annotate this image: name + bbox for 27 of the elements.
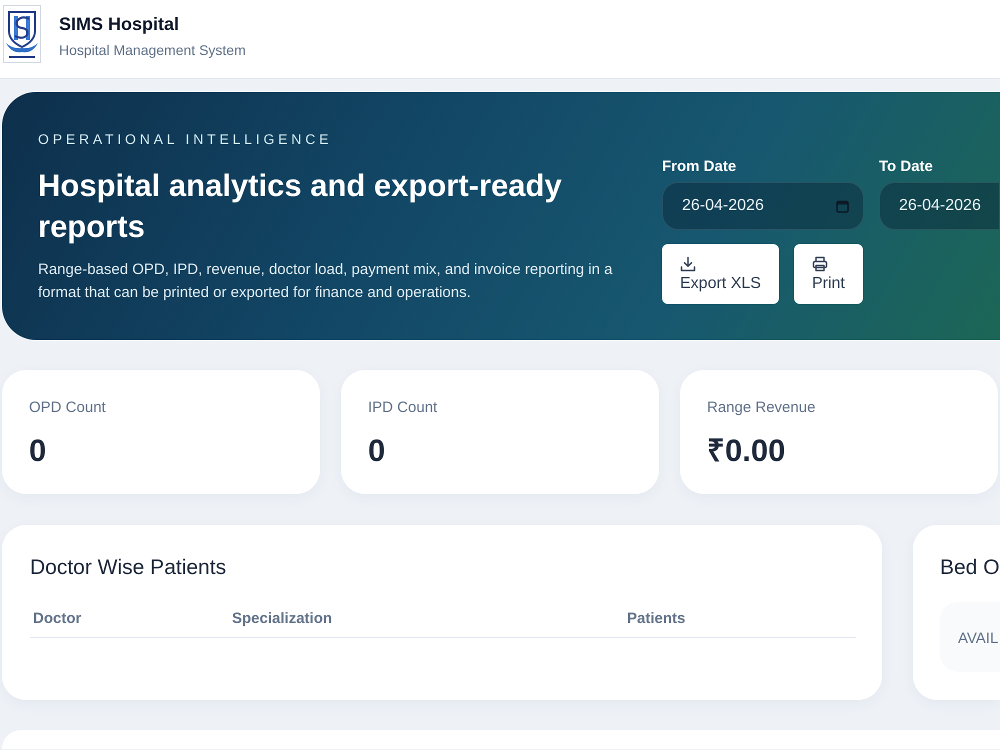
download-icon <box>680 256 696 272</box>
column-header: Doctor <box>33 610 82 628</box>
stat-value: ₹0.00 <box>707 433 786 469</box>
date-field[interactable]: 26-04-2026 <box>662 182 864 230</box>
print-button[interactable]: Print <box>794 244 863 304</box>
stat-value: 0 <box>29 433 46 469</box>
app-subtitle: Hospital Management System <box>59 41 246 59</box>
date-label: To Date <box>879 158 934 176</box>
hero-description: Range-based OPD, IPD, revenue, doctor load, payment mix, and invoice reporting in a format that can be printed or exported for finance and operations. <box>38 260 614 303</box>
stat-label: IPD Count <box>368 399 438 417</box>
column-header: Specialization <box>232 610 332 628</box>
export-button[interactable]: Export XLS <box>662 244 779 304</box>
card-title: Doctor Wise Patients <box>30 555 226 581</box>
stat-label: OPD Count <box>29 399 106 417</box>
shield-logo-icon <box>3 5 41 63</box>
card-title: Bed O <box>940 555 1000 581</box>
stat-value: 0 <box>368 433 386 469</box>
date-label: From Date <box>662 158 738 176</box>
hero-eyebrow: OPERATIONAL INTELLIGENCE <box>38 130 334 148</box>
date-field[interactable]: 26-04-2026 <box>879 182 1000 230</box>
app-title: SIMS Hospital <box>59 13 180 35</box>
column-header: Patients <box>627 610 686 628</box>
printer-icon <box>812 256 828 272</box>
stat-label: Range Revenue <box>707 399 816 417</box>
hero-title: Hospital analytics and export-ready reports <box>38 167 563 246</box>
bed-status-label: AVAIL <box>958 630 998 648</box>
calendar-icon[interactable] <box>836 200 849 212</box>
